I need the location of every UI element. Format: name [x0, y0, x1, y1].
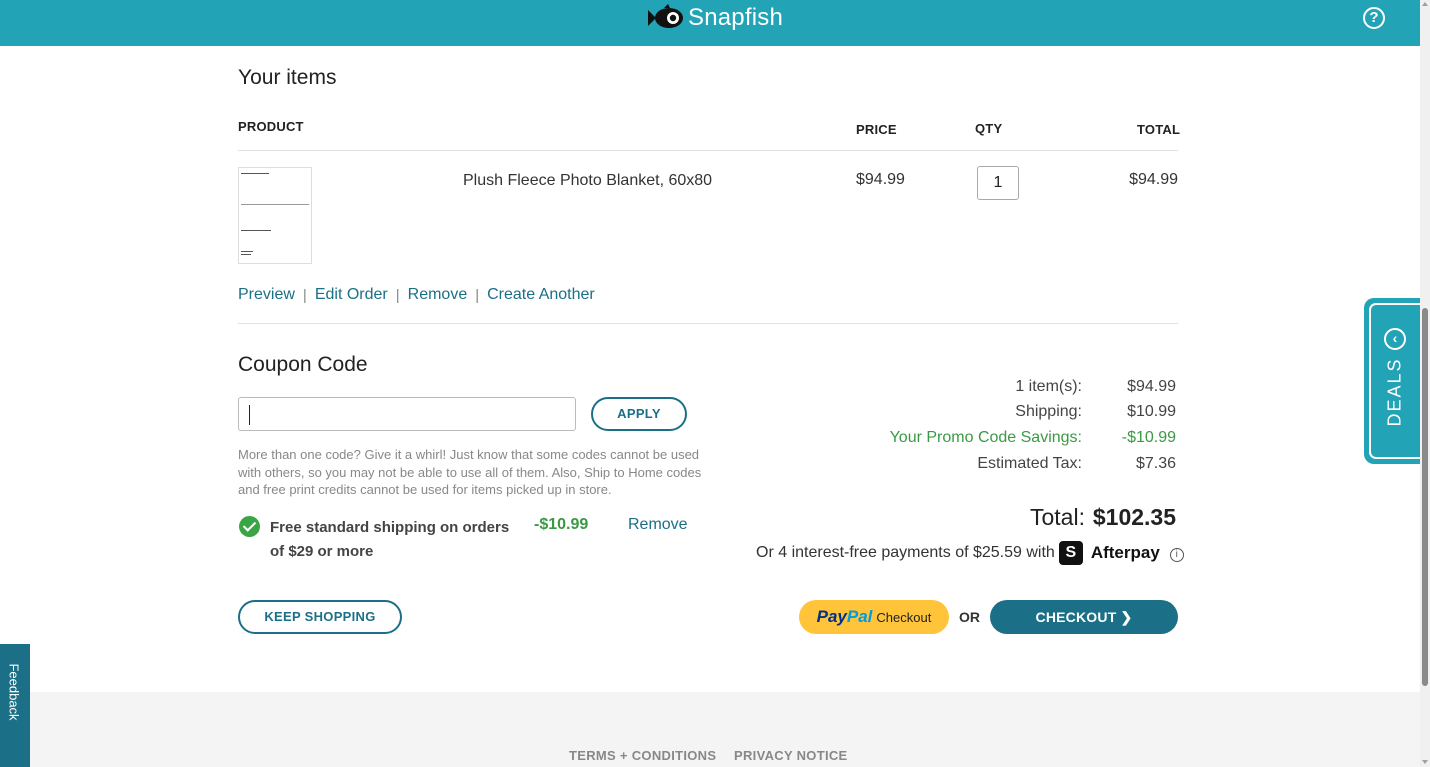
paypal-checkout-label: Checkout — [876, 609, 932, 625]
text-caret — [249, 405, 250, 425]
summary-items-row: 1 item(s): $94.99 — [760, 378, 1176, 402]
afterpay-offer: Or 4 interest-free payments of $25.59 wi… — [756, 541, 1184, 565]
separator: | — [475, 286, 480, 304]
apply-coupon-button[interactable]: APPLY — [591, 397, 687, 431]
privacy-notice-link[interactable]: PRIVACY NOTICE — [734, 748, 848, 763]
column-qty: QTY — [975, 121, 1003, 136]
top-header: Snapfish ? — [0, 0, 1420, 46]
scroll-down-arrow-icon[interactable] — [1422, 760, 1428, 764]
coupon-help-text: More than one code? Give it a whirl! Jus… — [238, 447, 702, 497]
feedback-tab[interactable]: Feedback — [0, 644, 30, 767]
total-label: Total: — [1030, 504, 1085, 530]
chevron-left-icon: ‹ — [1384, 328, 1406, 350]
paypal-logo-pal: Pal — [846, 607, 873, 626]
summary-shipping-label: Shipping: — [1015, 403, 1082, 420]
header-divider — [238, 150, 1178, 151]
summary-tax-value: $7.36 — [1135, 455, 1176, 472]
coupon-code-title: Coupon Code — [238, 353, 368, 376]
coupon-code-input[interactable] — [238, 397, 576, 431]
item-price: $94.99 — [856, 171, 905, 188]
snapfish-logo[interactable]: Snapfish — [646, 4, 783, 32]
applied-promo-amount: -$10.99 — [534, 516, 589, 533]
column-product: PRODUCT — [238, 119, 304, 134]
deals-tab[interactable]: ‹ DEALS — [1364, 298, 1420, 464]
item-actions: Preview | Edit Order | Remove | Create A… — [238, 286, 595, 304]
order-total: Total: $102.35 — [1030, 504, 1176, 531]
summary-items-value: $94.99 — [1127, 378, 1176, 395]
items-divider — [238, 323, 1178, 324]
feedback-label: Feedback — [6, 663, 22, 721]
brand-name: Snapfish — [688, 4, 783, 31]
afterpay-logo-icon: S — [1058, 541, 1083, 565]
total-value: $102.35 — [1092, 504, 1176, 530]
summary-items-label: 1 item(s): — [1015, 378, 1082, 395]
preview-link[interactable]: Preview — [238, 286, 295, 304]
deals-label: DEALS — [1384, 357, 1405, 427]
afterpay-name: Afterpay — [1090, 543, 1160, 562]
summary-shipping-row: Shipping: $10.99 — [760, 403, 1176, 427]
product-thumbnail[interactable] — [238, 167, 312, 264]
info-icon[interactable]: i — [1169, 548, 1184, 562]
keep-shopping-button[interactable]: KEEP SHOPPING — [238, 600, 402, 634]
vertical-scrollbar[interactable] — [1420, 0, 1430, 767]
paypal-logo-pay: Pay — [816, 607, 847, 626]
remove-item-link[interactable]: Remove — [408, 286, 468, 304]
your-items-title: Your items — [238, 66, 337, 89]
create-another-link[interactable]: Create Another — [487, 286, 595, 304]
item-total: $94.99 — [1129, 171, 1178, 188]
help-icon[interactable]: ? — [1363, 7, 1385, 29]
summary-tax-label: Estimated Tax: — [977, 455, 1082, 472]
afterpay-text: Or 4 interest-free payments of $25.59 wi… — [756, 544, 1055, 561]
or-separator: OR — [959, 609, 980, 625]
scroll-up-arrow-icon[interactable] — [1422, 2, 1428, 6]
summary-promo-label: Your Promo Code Savings: — [889, 429, 1082, 446]
summary-promo-row: Your Promo Code Savings: -$10.99 — [760, 429, 1176, 453]
scrollbar-thumb[interactable] — [1422, 308, 1428, 686]
check-circle-icon — [239, 516, 260, 537]
summary-shipping-value: $10.99 — [1127, 403, 1176, 420]
product-name: Plush Fleece Photo Blanket, 60x80 — [463, 172, 713, 189]
terms-conditions-link[interactable]: TERMS + CONDITIONS — [569, 748, 716, 763]
separator: | — [395, 286, 400, 304]
remove-promo-link[interactable]: Remove — [628, 516, 688, 534]
summary-promo-value: -$10.99 — [1121, 429, 1176, 446]
edit-order-link[interactable]: Edit Order — [315, 286, 388, 304]
column-price: PRICE — [856, 122, 897, 137]
paypal-checkout-button[interactable]: Pay Pal Checkout — [799, 600, 949, 634]
page-footer: TERMS + CONDITIONS PRIVACY NOTICE — [0, 692, 1420, 767]
applied-promo-description: Free standard shipping on orders of $29 … — [270, 519, 510, 560]
quantity-input[interactable]: 1 — [977, 166, 1019, 200]
checkout-button[interactable]: CHECKOUT ❯ — [990, 600, 1178, 634]
fish-icon — [648, 4, 683, 28]
separator: | — [302, 286, 307, 304]
summary-tax-row: Estimated Tax: $7.36 — [760, 455, 1176, 479]
column-total: TOTAL — [1137, 122, 1181, 137]
